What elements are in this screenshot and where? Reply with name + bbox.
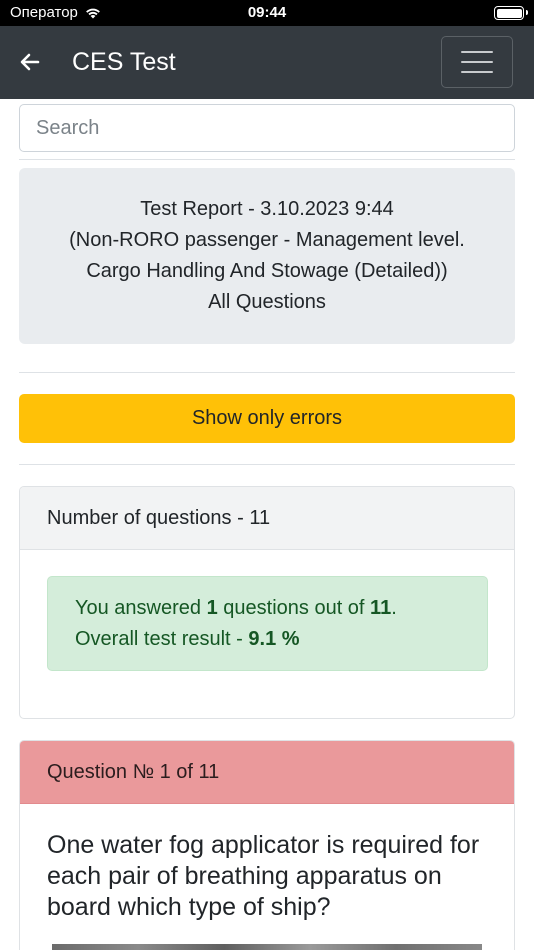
menu-bar (461, 71, 493, 73)
report-line: (Non-RORO passenger - Management level. (69, 229, 465, 251)
page-title: CES Test (72, 48, 176, 76)
result-value: 9.1 % (248, 628, 300, 650)
battery-icon (494, 6, 528, 20)
answered-middle: questions out of (217, 597, 371, 619)
result-alert: You answered 1 questions out of 11. Over… (47, 576, 488, 671)
test-report-panel: Test Report - 3.10.2023 9:44 (Non-RORO p… (19, 168, 515, 344)
clock: 09:44 (247, 4, 287, 21)
navbar: CES Test (0, 26, 534, 99)
status-bar: Оператор 09:44 (0, 0, 534, 26)
hamburger-menu-button[interactable] (441, 36, 513, 88)
search-input[interactable] (19, 104, 515, 152)
summary-card-header: Number of questions - 11 (20, 487, 514, 550)
result-prefix: Overall test result - (75, 628, 249, 650)
divider (19, 159, 515, 160)
answered-prefix: You answered (75, 597, 207, 619)
answered-suffix: . (391, 597, 397, 619)
answered-line: You answered 1 questions out of 11. (75, 593, 460, 624)
report-line: All Questions (208, 291, 326, 313)
answered-count: 1 (206, 597, 218, 619)
result-line: Overall test result - 9.1 % (75, 624, 460, 655)
report-line: Cargo Handling And Stowage (Detailed)) (86, 260, 448, 282)
divider (19, 372, 515, 373)
menu-bar (461, 51, 493, 53)
question-card-header: Question № 1 of 11 (20, 741, 514, 804)
divider (19, 464, 515, 465)
back-arrow-icon[interactable] (18, 50, 42, 74)
question-text: One water fog applicator is required for… (47, 831, 480, 921)
total-count: 11 (370, 597, 392, 619)
menu-bar (461, 61, 493, 63)
question-card: Question № 1 of 11 One water fog applica… (19, 740, 515, 950)
summary-card: Number of questions - 11 You answered 1 … (19, 486, 515, 719)
show-only-errors-button[interactable]: Show only errors (19, 394, 515, 443)
question-image (52, 944, 482, 950)
report-line: Test Report - 3.10.2023 9:44 (140, 198, 394, 220)
